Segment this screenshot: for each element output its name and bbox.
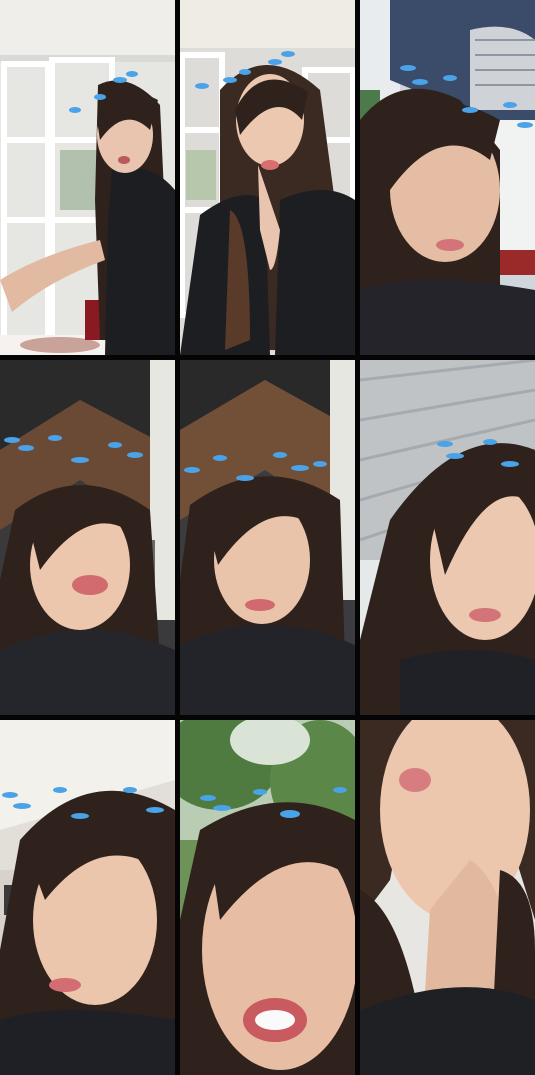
video-tile-3	[360, 0, 535, 355]
tile-3-image	[360, 0, 535, 355]
video-tile-1	[0, 0, 175, 355]
tile-2-image	[180, 0, 355, 355]
video-tile-8	[180, 720, 355, 1075]
tile-7-image	[0, 720, 175, 1075]
video-tile-6	[360, 360, 535, 715]
tile-5-image	[180, 360, 355, 715]
video-tile-9	[360, 720, 535, 1075]
video-tile-4	[0, 360, 175, 715]
video-tile-7	[0, 720, 175, 1075]
tile-9-image	[360, 720, 535, 1075]
tile-6-image	[360, 360, 535, 715]
tile-1-image	[0, 0, 175, 355]
video-tile-2	[180, 0, 355, 355]
tile-4-image	[0, 360, 175, 715]
tile-8-image	[180, 720, 355, 1075]
video-tile-5	[180, 360, 355, 715]
video-collage-grid	[0, 0, 535, 1075]
